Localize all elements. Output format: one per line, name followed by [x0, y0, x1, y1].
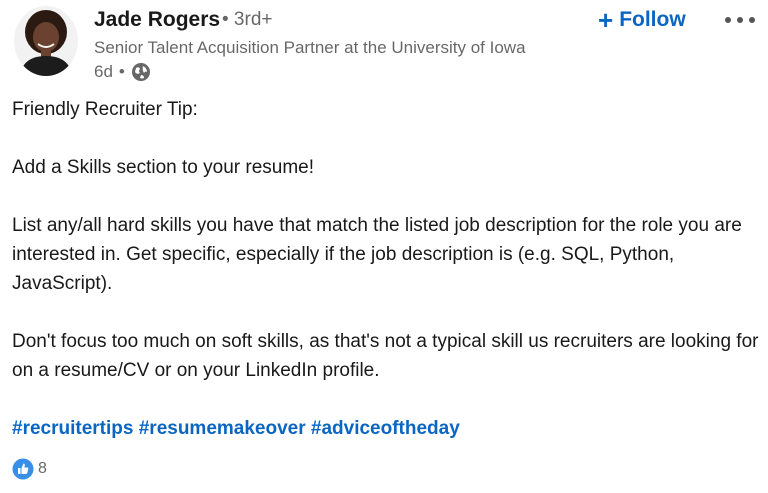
post-paragraph: Friendly Recruiter Tip:: [12, 99, 198, 120]
separator-dot: •: [118, 62, 125, 81]
author-name[interactable]: Jade Rogers: [94, 8, 220, 32]
hashtag-link[interactable]: #adviceoftheday: [311, 418, 460, 439]
globe-icon: [131, 62, 151, 82]
follow-label: Follow: [619, 8, 686, 31]
post-paragraph: Add a Skills section to your resume!: [12, 157, 315, 178]
post-time: 6d: [94, 62, 113, 81]
reaction-count: 8: [38, 460, 47, 477]
hashtag-list: #recruitertips #resumemakeover #adviceof…: [12, 414, 762, 443]
post-paragraph: Don't focus too much on soft skills, as …: [12, 331, 759, 381]
ellipsis-icon: [725, 17, 755, 23]
like-icon: [12, 458, 34, 480]
post-body: Friendly Recruiter Tip: Add a Skills sec…: [12, 95, 762, 443]
hashtag-link[interactable]: #recruitertips: [12, 418, 133, 439]
more-options-button[interactable]: [722, 6, 758, 34]
plus-icon: +: [598, 5, 614, 35]
author-headline[interactable]: Senior Talent Acquisition Partner at the…: [94, 38, 526, 58]
profile-photo: [14, 6, 78, 76]
follow-button[interactable]: + Follow: [598, 4, 686, 36]
avatar[interactable]: [14, 6, 78, 76]
connection-degree: • 3rd+: [222, 9, 273, 30]
hashtag-link[interactable]: #resumemakeover: [139, 418, 306, 439]
feed-post: Jade Rogers • 3rd+ Senior Talent Acquisi…: [0, 0, 768, 493]
post-meta: 6d •: [94, 60, 151, 84]
post-paragraph: List any/all hard skills you have that m…: [12, 215, 742, 294]
reactions-count[interactable]: 8: [12, 458, 47, 480]
